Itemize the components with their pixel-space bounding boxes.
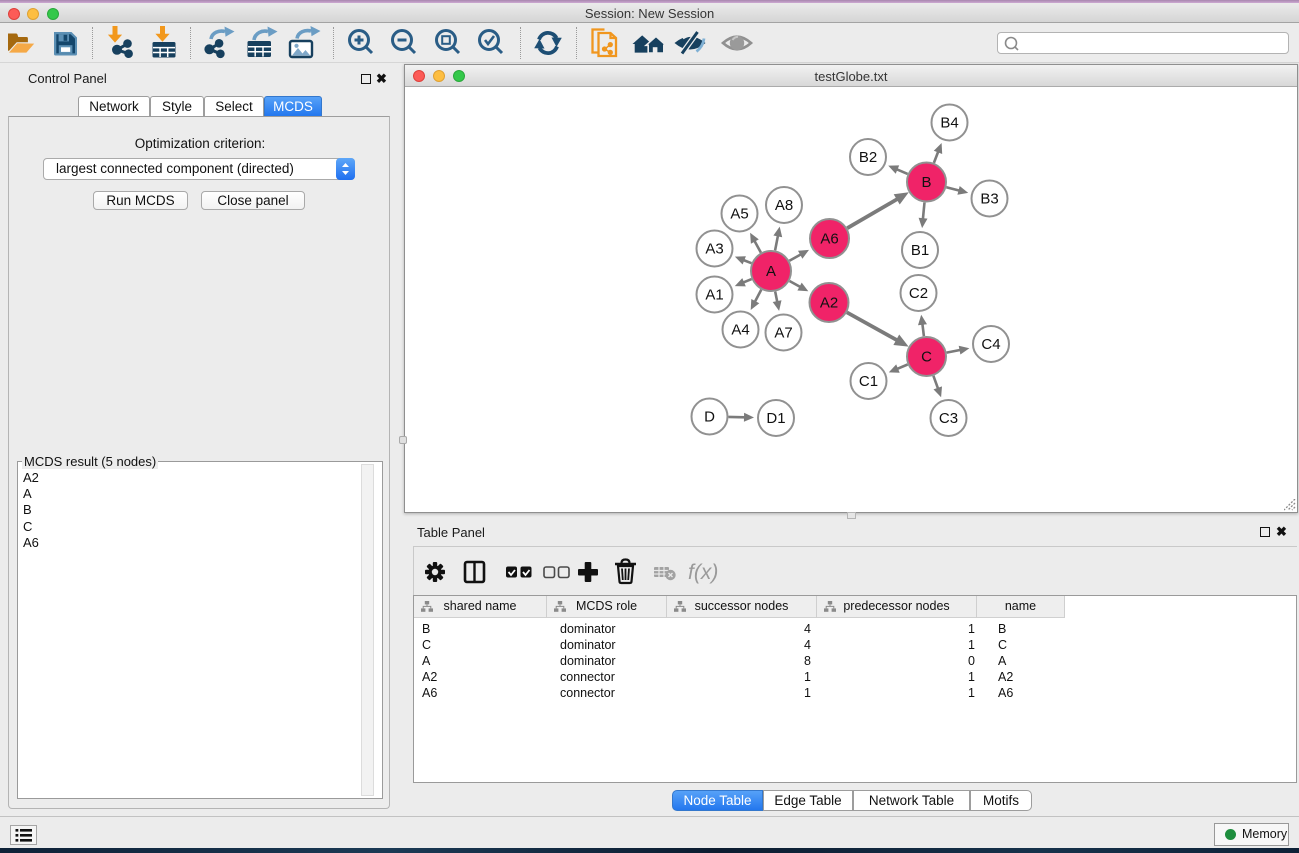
svg-text:C: C <box>921 349 932 366</box>
svg-text:D1: D1 <box>766 410 785 427</box>
svg-text:A3: A3 <box>705 241 723 258</box>
svg-text:A8: A8 <box>775 197 793 214</box>
svg-text:B3: B3 <box>980 191 998 208</box>
svg-text:B2: B2 <box>859 149 877 166</box>
svg-text:C1: C1 <box>859 373 878 390</box>
svg-text:A6: A6 <box>820 231 838 248</box>
svg-text:A4: A4 <box>731 322 749 339</box>
svg-text:A: A <box>766 263 776 280</box>
svg-text:C4: C4 <box>981 336 1000 353</box>
svg-text:A2: A2 <box>820 295 838 312</box>
svg-text:B: B <box>921 174 931 191</box>
svg-text:C3: C3 <box>939 410 958 427</box>
svg-text:A7: A7 <box>774 325 792 342</box>
svg-text:D: D <box>704 409 715 426</box>
svg-text:A1: A1 <box>705 287 723 304</box>
svg-text:f(x): f(x) <box>688 561 718 584</box>
svg-text:B4: B4 <box>940 115 958 132</box>
svg-text:A5: A5 <box>730 206 748 223</box>
svg-text:C2: C2 <box>909 285 928 302</box>
svg-text:B1: B1 <box>911 242 929 259</box>
